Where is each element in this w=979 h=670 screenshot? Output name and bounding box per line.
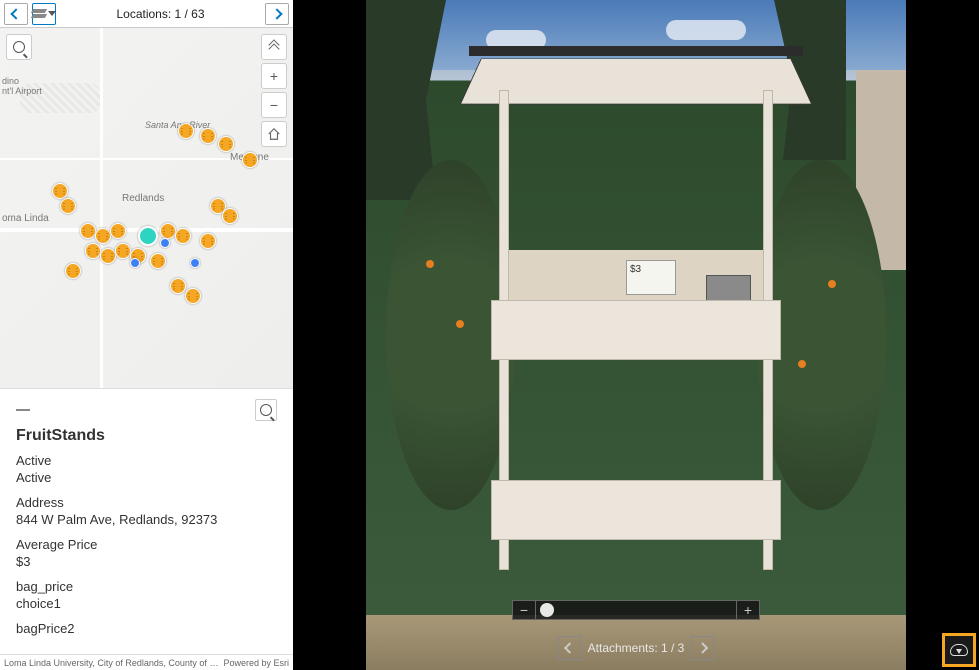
field-row: Address 844 W Palm Ave, Redlands, 92373 xyxy=(16,495,277,527)
map-marker[interactable]: ⋮⋮ xyxy=(150,253,166,269)
selected-marker[interactable] xyxy=(138,226,158,246)
popup-title: FruitStands xyxy=(16,427,277,445)
field-row: Average Price $3 xyxy=(16,537,277,569)
collapse-button[interactable] xyxy=(16,409,30,411)
map-label-airport: dino nt'l Airport xyxy=(2,76,42,96)
map-marker[interactable]: ⋮⋮ xyxy=(80,223,96,239)
zoom-slider-track[interactable] xyxy=(536,600,736,620)
prev-attachment-button[interactable] xyxy=(558,636,582,660)
photo-fruit xyxy=(456,320,464,328)
map-marker[interactable]: ⋮⋮ xyxy=(218,136,234,152)
field-row: Active Active xyxy=(16,453,277,485)
field-label: bag_price xyxy=(16,579,277,594)
map-zoom-out-button[interactable]: − xyxy=(261,92,287,118)
map-marker[interactable]: ⋮⋮ xyxy=(170,278,186,294)
cloud-download-icon xyxy=(950,644,968,656)
field-value: 844 W Palm Ave, Redlands, 92373 xyxy=(16,512,277,527)
zoom-to-button[interactable] xyxy=(255,399,277,421)
map-marker[interactable]: ⋮⋮ xyxy=(65,263,81,279)
photo-fruit-stand: $3 xyxy=(491,50,781,570)
next-attachment-button[interactable] xyxy=(690,636,714,660)
map-marker[interactable]: ⋮⋮ xyxy=(52,183,68,199)
field-label: Address xyxy=(16,495,277,510)
prev-location-button[interactable] xyxy=(4,3,28,25)
zoom-slider-thumb[interactable] xyxy=(540,603,554,617)
download-button[interactable] xyxy=(942,633,976,667)
map-marker[interactable]: ⋮⋮ xyxy=(95,228,111,244)
photo-price-sign: $3 xyxy=(626,260,676,295)
field-label: bagPrice2 xyxy=(16,621,277,636)
locations-header: Locations: 1 / 63 xyxy=(0,0,293,28)
map-basemap xyxy=(0,28,293,388)
map-marker[interactable]: ⋮⋮ xyxy=(160,223,176,239)
attachments-counter: Attachments: 1 / 3 xyxy=(588,641,685,655)
map-zoom-in-button[interactable]: + xyxy=(261,63,287,89)
caret-down-icon xyxy=(48,11,56,16)
road xyxy=(100,28,103,388)
field-label: Active xyxy=(16,453,277,468)
map-search-button[interactable] xyxy=(6,34,32,60)
home-icon xyxy=(267,127,281,141)
map-expand-button[interactable] xyxy=(261,34,287,60)
image-zoom-out-button[interactable]: − xyxy=(512,600,536,620)
chevron-left-icon xyxy=(10,8,21,19)
attachment-viewer: $3 − + Attachments: 1 / 3 xyxy=(293,0,979,670)
feature-popup: FruitStands Active Active Address 844 W … xyxy=(0,389,293,654)
map-marker[interactable]: ⋮⋮ xyxy=(85,243,101,259)
map-marker[interactable]: ⋮⋮ xyxy=(115,243,131,259)
field-value: choice1 xyxy=(16,596,277,611)
field-row: bagPrice2 xyxy=(16,621,277,636)
map-controls: + − xyxy=(261,34,287,147)
map-marker[interactable]: ⋮⋮ xyxy=(175,228,191,244)
map-marker[interactable] xyxy=(130,258,140,268)
field-row: bag_price choice1 xyxy=(16,579,277,611)
locations-panel: Locations: 1 / 63 Redlands Mentone oma L… xyxy=(0,0,293,670)
photo-fruit xyxy=(426,260,434,268)
app-root: Locations: 1 / 63 Redlands Mentone oma L… xyxy=(0,0,979,670)
chevron-left-icon xyxy=(564,642,575,653)
next-location-button[interactable] xyxy=(265,3,289,25)
map-marker[interactable]: ⋮⋮ xyxy=(178,123,194,139)
map-marker[interactable]: ⋮⋮ xyxy=(60,198,76,214)
map-label-redlands: Redlands xyxy=(122,193,164,204)
map-marker[interactable] xyxy=(160,238,170,248)
chevron-right-icon xyxy=(697,642,708,653)
photo-cloud xyxy=(666,20,746,40)
zoom-slider: − + xyxy=(512,600,760,620)
map-marker[interactable]: ⋮⋮ xyxy=(110,223,126,239)
map-marker[interactable]: ⋮⋮ xyxy=(242,152,258,168)
attribution-esri[interactable]: Powered by Esri xyxy=(223,658,289,668)
zoom-icon xyxy=(260,404,272,416)
map-label-loma-linda: oma Linda xyxy=(2,213,49,224)
attachments-nav: Attachments: 1 / 3 xyxy=(558,636,715,660)
photo-fruit xyxy=(798,360,806,368)
attribution-sources: Loma Linda University, City of Redlands,… xyxy=(4,658,223,668)
chevron-right-icon xyxy=(271,8,282,19)
layers-icon xyxy=(32,9,56,19)
attachment-image[interactable]: $3 xyxy=(366,0,906,670)
field-value: Active xyxy=(16,470,277,485)
map-view[interactable]: Redlands Mentone oma Linda dino nt'l Air… xyxy=(0,28,293,389)
map-marker[interactable]: ⋮⋮ xyxy=(200,233,216,249)
field-label: Average Price xyxy=(16,537,277,552)
map-marker[interactable]: ⋮⋮ xyxy=(222,208,238,224)
basemap-button[interactable] xyxy=(32,3,56,25)
locations-counter: Locations: 1 / 63 xyxy=(60,7,261,21)
photo-fruit xyxy=(828,280,836,288)
field-value: $3 xyxy=(16,554,277,569)
map-marker[interactable]: ⋮⋮ xyxy=(200,128,216,144)
map-marker[interactable] xyxy=(190,258,200,268)
map-attribution: Loma Linda University, City of Redlands,… xyxy=(0,654,293,670)
search-icon xyxy=(13,41,25,53)
map-home-button[interactable] xyxy=(261,121,287,147)
image-zoom-in-button[interactable]: + xyxy=(736,600,760,620)
double-chevron-up-icon xyxy=(270,43,278,51)
map-marker[interactable]: ⋮⋮ xyxy=(100,248,116,264)
map-marker[interactable]: ⋮⋮ xyxy=(185,288,201,304)
